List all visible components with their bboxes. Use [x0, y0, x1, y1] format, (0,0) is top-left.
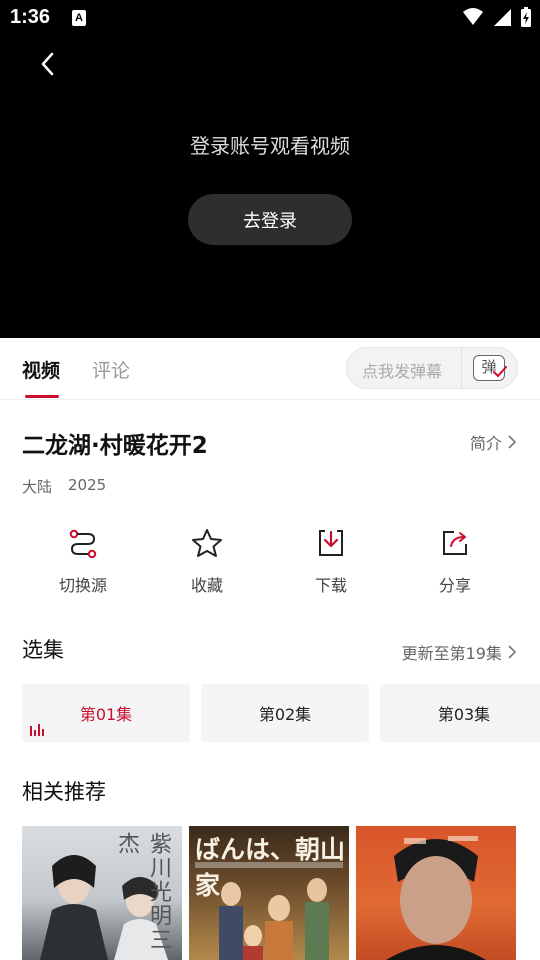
action-bar: 切换源 收藏 下载 分享 [0, 528, 540, 608]
update-label: 更新至第19集 [401, 644, 502, 663]
switch-source-button[interactable]: 切换源 [21, 528, 145, 596]
episodes-heading: 选集 [22, 638, 64, 662]
status-icons [462, 6, 532, 28]
wifi-icon [463, 8, 483, 25]
tab-video[interactable]: 视频 [22, 356, 60, 383]
recommend-poster-2[interactable]: ばんは、朝山家 [189, 826, 349, 960]
login-button[interactable]: 去登录 [188, 194, 352, 245]
chevron-left-icon [41, 52, 54, 76]
show-title: 二龙湖·村暖花开2 [22, 433, 208, 459]
share-button[interactable]: 分享 [393, 528, 517, 596]
chevron-right-icon [508, 645, 516, 659]
download-label: 下载 [314, 576, 347, 595]
poster-title: 紫川光明三杰 [114, 832, 171, 952]
tab-comment[interactable]: 评论 [92, 356, 130, 383]
favorite-label: 收藏 [190, 576, 223, 595]
favorite-button[interactable]: 收藏 [145, 528, 269, 596]
battery-charging-icon [521, 7, 531, 27]
episode-list: 第01集 第02集 第03集 [22, 684, 540, 742]
episode-item-03[interactable]: 第03集 [380, 684, 540, 742]
danmu-input[interactable]: 点我发弹幕 弹 [346, 347, 518, 389]
notification-badge: A [72, 10, 86, 26]
download-button[interactable]: 下载 [269, 528, 393, 596]
episode-item-01[interactable]: 第01集 [22, 684, 190, 742]
episodes-update-link[interactable]: 更新至第19集 [402, 640, 516, 664]
intro-label: 简介 [469, 434, 502, 453]
share-label: 分享 [438, 576, 471, 595]
status-bar: 1:36 A [0, 0, 540, 36]
show-meta: 大陆 2025 [22, 476, 106, 497]
danmu-placeholder: 点我发弹幕 [362, 362, 443, 381]
poster-family-image [219, 878, 329, 960]
divider [461, 348, 462, 388]
login-prompt: 登录账号观看视频 [190, 134, 350, 158]
playing-indicator-icon [30, 724, 44, 736]
status-time: 1:36 [10, 6, 51, 28]
episode-label: 第02集 [258, 705, 312, 724]
switch-source-label: 切换源 [58, 576, 107, 595]
show-year: 2025 [68, 476, 107, 494]
recommend-list: 紫川光明三杰 ばんは、朝山家 [22, 826, 516, 960]
recommend-poster-3[interactable] [356, 826, 516, 960]
show-region: 大陆 [22, 478, 53, 496]
download-icon [319, 530, 343, 556]
switch-source-icon [69, 529, 97, 558]
recommend-poster-1[interactable]: 紫川光明三杰 [22, 826, 182, 960]
chevron-right-icon [508, 435, 516, 449]
episode-item-02[interactable]: 第02集 [201, 684, 369, 742]
poster-portrait-image [386, 836, 486, 960]
star-icon [192, 529, 222, 557]
back-button[interactable] [30, 46, 66, 82]
tab-bar: 视频 评论 点我发弹幕 弹 [0, 338, 540, 400]
check-icon [493, 366, 507, 378]
active-tab-indicator [25, 395, 59, 398]
video-player[interactable]: 1:36 A 登录账号观看视频 去登录 [0, 0, 540, 338]
recommend-heading: 相关推荐 [22, 780, 106, 804]
share-icon [443, 531, 467, 555]
signal-icon [494, 9, 511, 26]
intro-link[interactable]: 简介 [470, 430, 516, 454]
episode-label: 第03集 [437, 705, 491, 724]
episode-label: 第01集 [79, 705, 133, 724]
